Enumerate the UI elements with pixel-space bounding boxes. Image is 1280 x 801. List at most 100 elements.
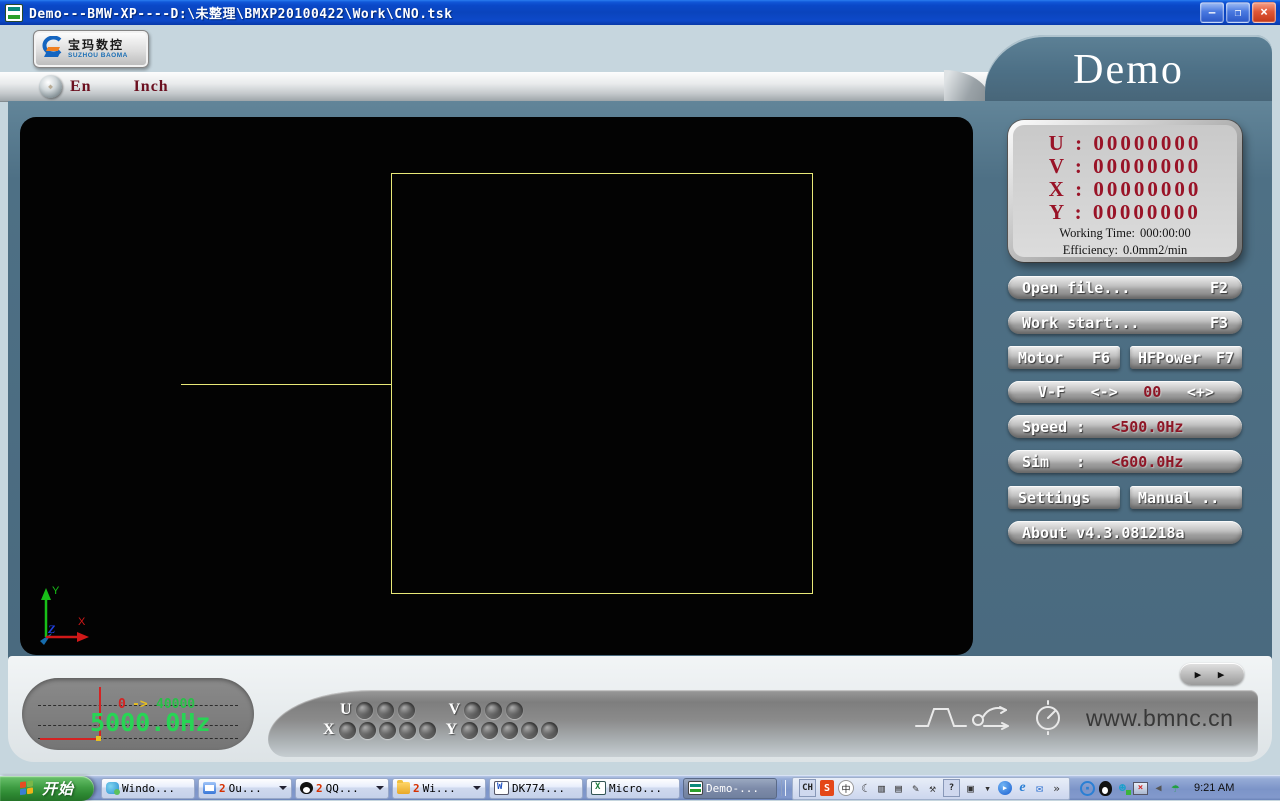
efficiency-label: Efficiency: xyxy=(1063,242,1118,258)
word-icon xyxy=(494,781,509,795)
top-toolbar: ◆ En Inch xyxy=(0,72,990,102)
toolpath-rectangle xyxy=(392,174,813,594)
help-icon[interactable]: ? xyxy=(943,779,960,797)
lang-ch-icon[interactable]: CH xyxy=(799,779,816,797)
working-time-label: Working Time: xyxy=(1059,225,1135,241)
brand-name-cn: 宝玛数控 xyxy=(68,39,128,51)
indicator-led xyxy=(356,702,373,719)
taskbar-item-folder[interactable]: 2Wi... xyxy=(392,778,486,799)
motor-button[interactable]: Motor F6 xyxy=(1008,346,1120,369)
about-button[interactable]: About v4.3.081218a xyxy=(1008,521,1242,544)
unread-badge: 2 xyxy=(413,782,420,795)
indicator-led xyxy=(481,722,498,739)
indicator-led xyxy=(399,722,416,739)
sogou-ime-icon[interactable]: S xyxy=(820,780,834,796)
group-dropdown-icon[interactable] xyxy=(376,786,384,794)
drawing-canvas[interactable]: Y X Z xyxy=(20,117,973,655)
softkeyboard-icon[interactable]: ▥ xyxy=(875,780,888,796)
taskbar-item-outlook[interactable]: 2Ou... xyxy=(198,778,292,799)
minimize-button[interactable]: — xyxy=(1200,2,1224,23)
wrench-icon[interactable]: ⚒ xyxy=(926,780,939,796)
settings-button[interactable]: Settings xyxy=(1008,486,1120,509)
ucs-axis-icon: Y X Z xyxy=(28,583,100,645)
coordinate-display-panel: U : 00000000 V : 00000000 X : 00000000 Y… xyxy=(1008,120,1242,262)
qq-tray-icon[interactable] xyxy=(1099,781,1112,796)
indicator-led xyxy=(398,702,415,719)
ie-icon[interactable]: e xyxy=(1016,780,1029,796)
baoma-logo-icon xyxy=(38,36,64,62)
indicator-led xyxy=(359,722,376,739)
frequency-gauge: 0 -> 40000 5000.0Hz xyxy=(22,678,254,750)
units-toggle-inch[interactable]: Inch xyxy=(134,78,169,96)
speed-value: <500.0Hz xyxy=(1111,418,1183,436)
window-titlebar[interactable]: Demo---BMW-XP----D:\未整理\BMXP20100422\Wor… xyxy=(0,0,1280,25)
website-url: www.bmnc.cn xyxy=(1086,705,1233,732)
gauge-baseline xyxy=(40,738,100,740)
taskbar-item-qq[interactable]: 2QQ... xyxy=(295,778,389,799)
speed-button[interactable]: Speed : <500.0Hz xyxy=(1008,415,1242,438)
efficiency-value: 0.0mm2/min xyxy=(1123,242,1187,258)
brand-name-en: SUZHOU BAOMA xyxy=(68,53,128,60)
bmnc-icon xyxy=(688,781,703,795)
tray-clock: 9:21 AM xyxy=(1194,782,1234,794)
indicator-led xyxy=(379,722,396,739)
taskbar-item-bmnc[interactable]: Demo-... xyxy=(683,778,777,799)
demo-tab-title: Demo xyxy=(1073,42,1184,94)
taskbar-item-word[interactable]: DK774... xyxy=(489,778,583,799)
hfpower-button[interactable]: HFPower F7 xyxy=(1130,346,1242,369)
sim-button[interactable]: Sim : <600.0Hz xyxy=(1008,450,1242,473)
axis-label-y: Y xyxy=(52,585,60,597)
volume-icon[interactable]: ◀ xyxy=(1152,780,1165,796)
window-title: Demo---BMW-XP----D:\未整理\BMXP20100422\Wor… xyxy=(29,3,453,22)
manual-button[interactable]: Manual .. xyxy=(1130,486,1242,509)
app-logo-icon xyxy=(5,4,23,22)
taskbar-item-excel[interactable]: Micro... xyxy=(586,778,680,799)
indicator-led xyxy=(521,722,538,739)
overflow-chevron-icon[interactable]: » xyxy=(1050,780,1063,796)
working-time-value: 000:00:00 xyxy=(1140,225,1191,241)
outlook-express-icon[interactable]: ✉ xyxy=(1033,780,1046,796)
antivirus-umbrella-icon[interactable]: ☂ xyxy=(1169,780,1182,796)
orb-button[interactable]: ◆ xyxy=(39,75,62,98)
excel-icon xyxy=(591,781,606,795)
vf-adjust-control[interactable]: V-F <-> 00 <+> xyxy=(1008,381,1242,403)
restore-button[interactable]: ❐ xyxy=(1226,2,1250,23)
taskbar-item-label: QQ... xyxy=(326,782,359,795)
open-file-button[interactable]: Open file... F2 xyxy=(1008,276,1242,299)
wire-threading-icon xyxy=(973,707,1008,729)
start-button[interactable]: 开始 xyxy=(0,776,94,801)
indicator-led xyxy=(485,702,502,719)
band-dropdown-icon[interactable]: ▾ xyxy=(981,780,994,796)
demo-tab: Demo xyxy=(985,35,1272,101)
taskbar-item-label: Wi... xyxy=(423,782,456,795)
taskbar-item-label: Ou... xyxy=(229,782,262,795)
close-button[interactable]: × xyxy=(1252,2,1276,23)
media-player-icon[interactable]: ▶ xyxy=(998,781,1012,795)
indicator-led xyxy=(464,702,481,719)
group-dropdown-icon[interactable] xyxy=(279,786,287,794)
vf-decrease-button[interactable]: <-> xyxy=(1091,383,1118,401)
network-offline-icon[interactable]: × xyxy=(1133,782,1148,795)
windows-flag-icon xyxy=(20,779,37,796)
page-forward-button[interactable]: ▶ ▶ xyxy=(1180,663,1244,685)
messenger-tray-icon[interactable]: ☻ xyxy=(1116,780,1129,796)
group-dropdown-icon[interactable] xyxy=(473,786,481,794)
taskbar-item-messenger[interactable]: Windo... xyxy=(101,778,195,799)
ime-band-icon[interactable]: ▤ xyxy=(892,780,905,796)
browser-360-icon[interactable]: ▪ xyxy=(1080,781,1095,796)
system-tray: ▪ ☻ × ◀☂ xyxy=(1074,778,1188,799)
language-toggle-en[interactable]: En xyxy=(70,78,92,96)
y-axis-leds xyxy=(461,722,558,739)
vf-increase-button[interactable]: <+> xyxy=(1187,383,1214,401)
restore-band-icon[interactable]: ▣ xyxy=(964,780,977,796)
indicator-led xyxy=(506,702,523,719)
sim-value: <600.0Hz xyxy=(1111,453,1183,471)
pulse-waveform-icon xyxy=(916,709,966,726)
x-axis-leds xyxy=(339,722,436,739)
moon-icon[interactable]: ☾ xyxy=(858,780,871,796)
pen-icon[interactable]: ✎ xyxy=(909,780,922,796)
folder-icon xyxy=(397,782,410,794)
taskbar-divider xyxy=(781,780,786,796)
work-start-button[interactable]: Work start... F3 xyxy=(1008,311,1242,334)
pinyin-icon[interactable]: 中 xyxy=(838,780,854,796)
